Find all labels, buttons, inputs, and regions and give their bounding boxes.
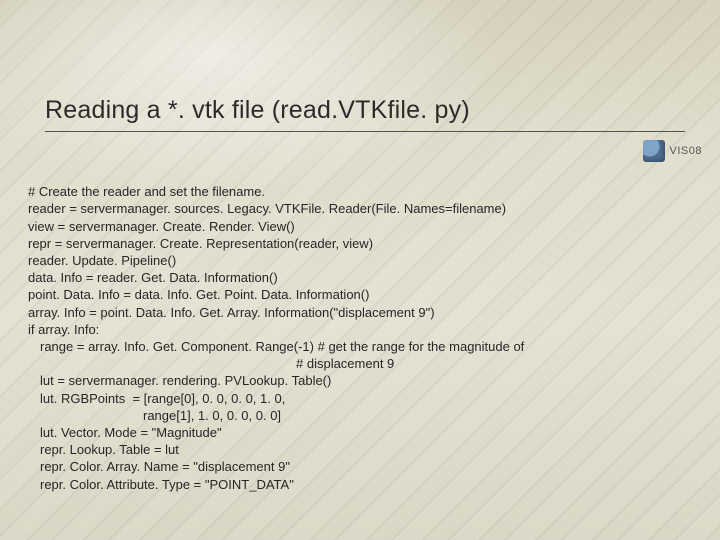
code-line: # Create the reader and set the filename… (28, 184, 265, 199)
code-line: lut. RGBPoints = [range[0], 0. 0, 0. 0, … (28, 390, 698, 407)
logo: VIS08 (643, 140, 702, 162)
logo-text: VIS08 (670, 145, 702, 157)
code-line: reader = servermanager. sources. Legacy.… (28, 201, 506, 216)
paraview-icon (643, 140, 665, 162)
code-line: lut = servermanager. rendering. PVLookup… (28, 372, 698, 389)
code-line: repr. Color. Array. Name = "displacement… (28, 458, 698, 475)
code-line: array. Info = point. Data. Info. Get. Ar… (28, 305, 435, 320)
code-line: point. Data. Info = data. Info. Get. Poi… (28, 287, 369, 302)
code-line: view = servermanager. Create. Render. Vi… (28, 219, 295, 234)
code-line: if array. Info: (28, 322, 99, 337)
title-rule (45, 131, 685, 132)
slide-title: Reading a *. vtk file (read.VTKfile. py) (45, 96, 685, 125)
code-line: # displacement 9 (28, 355, 698, 372)
code-line: range[1], 1. 0, 0. 0, 0. 0] (28, 407, 698, 424)
slide: Reading a *. vtk file (read.VTKfile. py)… (0, 0, 720, 540)
code-line: repr. Lookup. Table = lut (28, 441, 698, 458)
title-block: Reading a *. vtk file (read.VTKfile. py) (45, 96, 685, 132)
code-line: reader. Update. Pipeline() (28, 253, 176, 268)
code-line: lut. Vector. Mode = "Magnitude" (28, 424, 698, 441)
code-line: repr. Color. Attribute. Type = "POINT_DA… (28, 476, 698, 493)
code-line: repr = servermanager. Create. Representa… (28, 236, 373, 251)
code-line: data. Info = reader. Get. Data. Informat… (28, 270, 278, 285)
code-line: range = array. Info. Get. Component. Ran… (28, 338, 698, 355)
code-block: # Create the reader and set the filename… (28, 166, 698, 493)
